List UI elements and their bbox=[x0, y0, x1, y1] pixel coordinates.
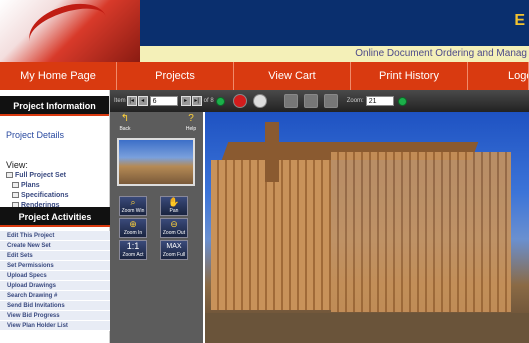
of-count: of 8 bbox=[203, 98, 214, 104]
folder-icon bbox=[6, 172, 13, 178]
first-item-button[interactable]: |◂ bbox=[126, 96, 137, 106]
activity-view-bid[interactable]: View Bid Progress bbox=[0, 311, 110, 321]
thumbnail-image[interactable] bbox=[117, 138, 195, 186]
markup-icon[interactable] bbox=[283, 94, 298, 108]
pan-button[interactable]: ✋ Pan bbox=[160, 196, 188, 216]
nav-view-cart[interactable]: View Cart bbox=[234, 62, 351, 90]
house-wall-right bbox=[331, 152, 511, 312]
zoom-window-icon: ⌕ bbox=[130, 197, 136, 207]
measure-icon[interactable] bbox=[303, 94, 318, 108]
project-details-link[interactable]: Project Details bbox=[0, 116, 109, 160]
item-number-input[interactable]: 6 bbox=[149, 96, 178, 106]
zoom-in-button[interactable]: ⊕ Zoom In bbox=[119, 218, 147, 238]
project-activities: Project Activities Edit This Project Cre… bbox=[0, 207, 110, 331]
nav-print-history[interactable]: Print History bbox=[351, 62, 468, 90]
help-button[interactable]: ? Help bbox=[180, 114, 202, 134]
tools-panel: ↰ Back ? Help ⌕ Zoom Win ✋ Pan ⊕ Zoom In ⊖ Zoo… bbox=[110, 112, 203, 343]
prev-item-button[interactable]: ◂ bbox=[137, 96, 148, 106]
sidebar: Project Information Project Details View… bbox=[0, 90, 110, 343]
back-button[interactable]: ↰ Back bbox=[114, 114, 136, 134]
nav-logout[interactable]: Logo bbox=[468, 62, 529, 90]
activity-create-set[interactable]: Create New Set bbox=[0, 241, 110, 251]
view-full-set[interactable]: Full Project Set bbox=[6, 170, 109, 180]
item-label: Item bbox=[114, 98, 126, 104]
zoom-out-icon: ⊖ bbox=[170, 219, 178, 229]
nav-home[interactable]: My Home Page bbox=[0, 62, 117, 90]
view-label: View: bbox=[6, 160, 28, 170]
zoom-out-button[interactable]: ⊖ Zoom Out bbox=[160, 218, 188, 238]
print-icon[interactable] bbox=[252, 94, 267, 108]
logo bbox=[0, 0, 140, 62]
go-button[interactable] bbox=[215, 96, 225, 106]
folder-icon bbox=[12, 182, 19, 188]
header: E Online Document Ordering and Manag bbox=[0, 0, 529, 62]
activity-plan-holder[interactable]: View Plan Holder List bbox=[0, 321, 110, 331]
activity-send-bid[interactable]: Send Bid Invitations bbox=[0, 301, 110, 311]
tagline: Online Document Ordering and Manag bbox=[140, 46, 529, 62]
view-plans[interactable]: Plans bbox=[6, 180, 109, 190]
last-item-button[interactable]: ▸| bbox=[191, 96, 202, 106]
zoom-in-icon: ⊕ bbox=[129, 219, 137, 229]
activity-upload-drawings[interactable]: Upload Drawings bbox=[0, 281, 110, 291]
zoom-window-button[interactable]: ⌕ Zoom Win bbox=[119, 196, 147, 216]
view-specifications[interactable]: Specifications bbox=[6, 190, 109, 200]
zoom-full-button[interactable]: MAX Zoom Full bbox=[160, 240, 188, 260]
brand-name: E bbox=[514, 12, 525, 29]
activity-set-permissions[interactable]: Set Permissions bbox=[0, 261, 110, 271]
viewer-toolbar: Item |◂ ◂ 6 ▸ ▸| of 8 Zoom: 21 bbox=[110, 90, 529, 112]
zoom-input[interactable]: 21 bbox=[365, 96, 394, 106]
actual-size-button[interactable]: 1:1 Zoom Act bbox=[119, 240, 147, 260]
activity-edit-sets[interactable]: Edit Sets bbox=[0, 251, 110, 261]
next-item-button[interactable]: ▸ bbox=[180, 96, 191, 106]
zoom-label: Zoom: bbox=[346, 98, 364, 104]
house-wall-left bbox=[211, 160, 331, 310]
activity-edit-project[interactable]: Edit This Project bbox=[0, 231, 110, 241]
layers-icon[interactable] bbox=[323, 94, 338, 108]
activity-search-drawing[interactable]: Search Drawing # bbox=[0, 291, 110, 301]
hand-icon: ✋ bbox=[168, 197, 180, 207]
ground bbox=[205, 313, 529, 343]
info-icon[interactable] bbox=[232, 94, 247, 108]
chimney-frame bbox=[265, 122, 279, 182]
activity-upload-specs[interactable]: Upload Specs bbox=[0, 271, 110, 281]
project-activities-title: Project Activities bbox=[0, 207, 110, 227]
document-viewer-image[interactable] bbox=[205, 112, 529, 343]
nav-projects[interactable]: Projects bbox=[117, 62, 234, 90]
main-nav: My Home Page Projects View Cart Print Hi… bbox=[0, 62, 529, 90]
project-info-title: Project Information bbox=[0, 96, 109, 116]
folder-icon bbox=[12, 192, 19, 198]
zoom-go-button[interactable] bbox=[397, 96, 407, 106]
